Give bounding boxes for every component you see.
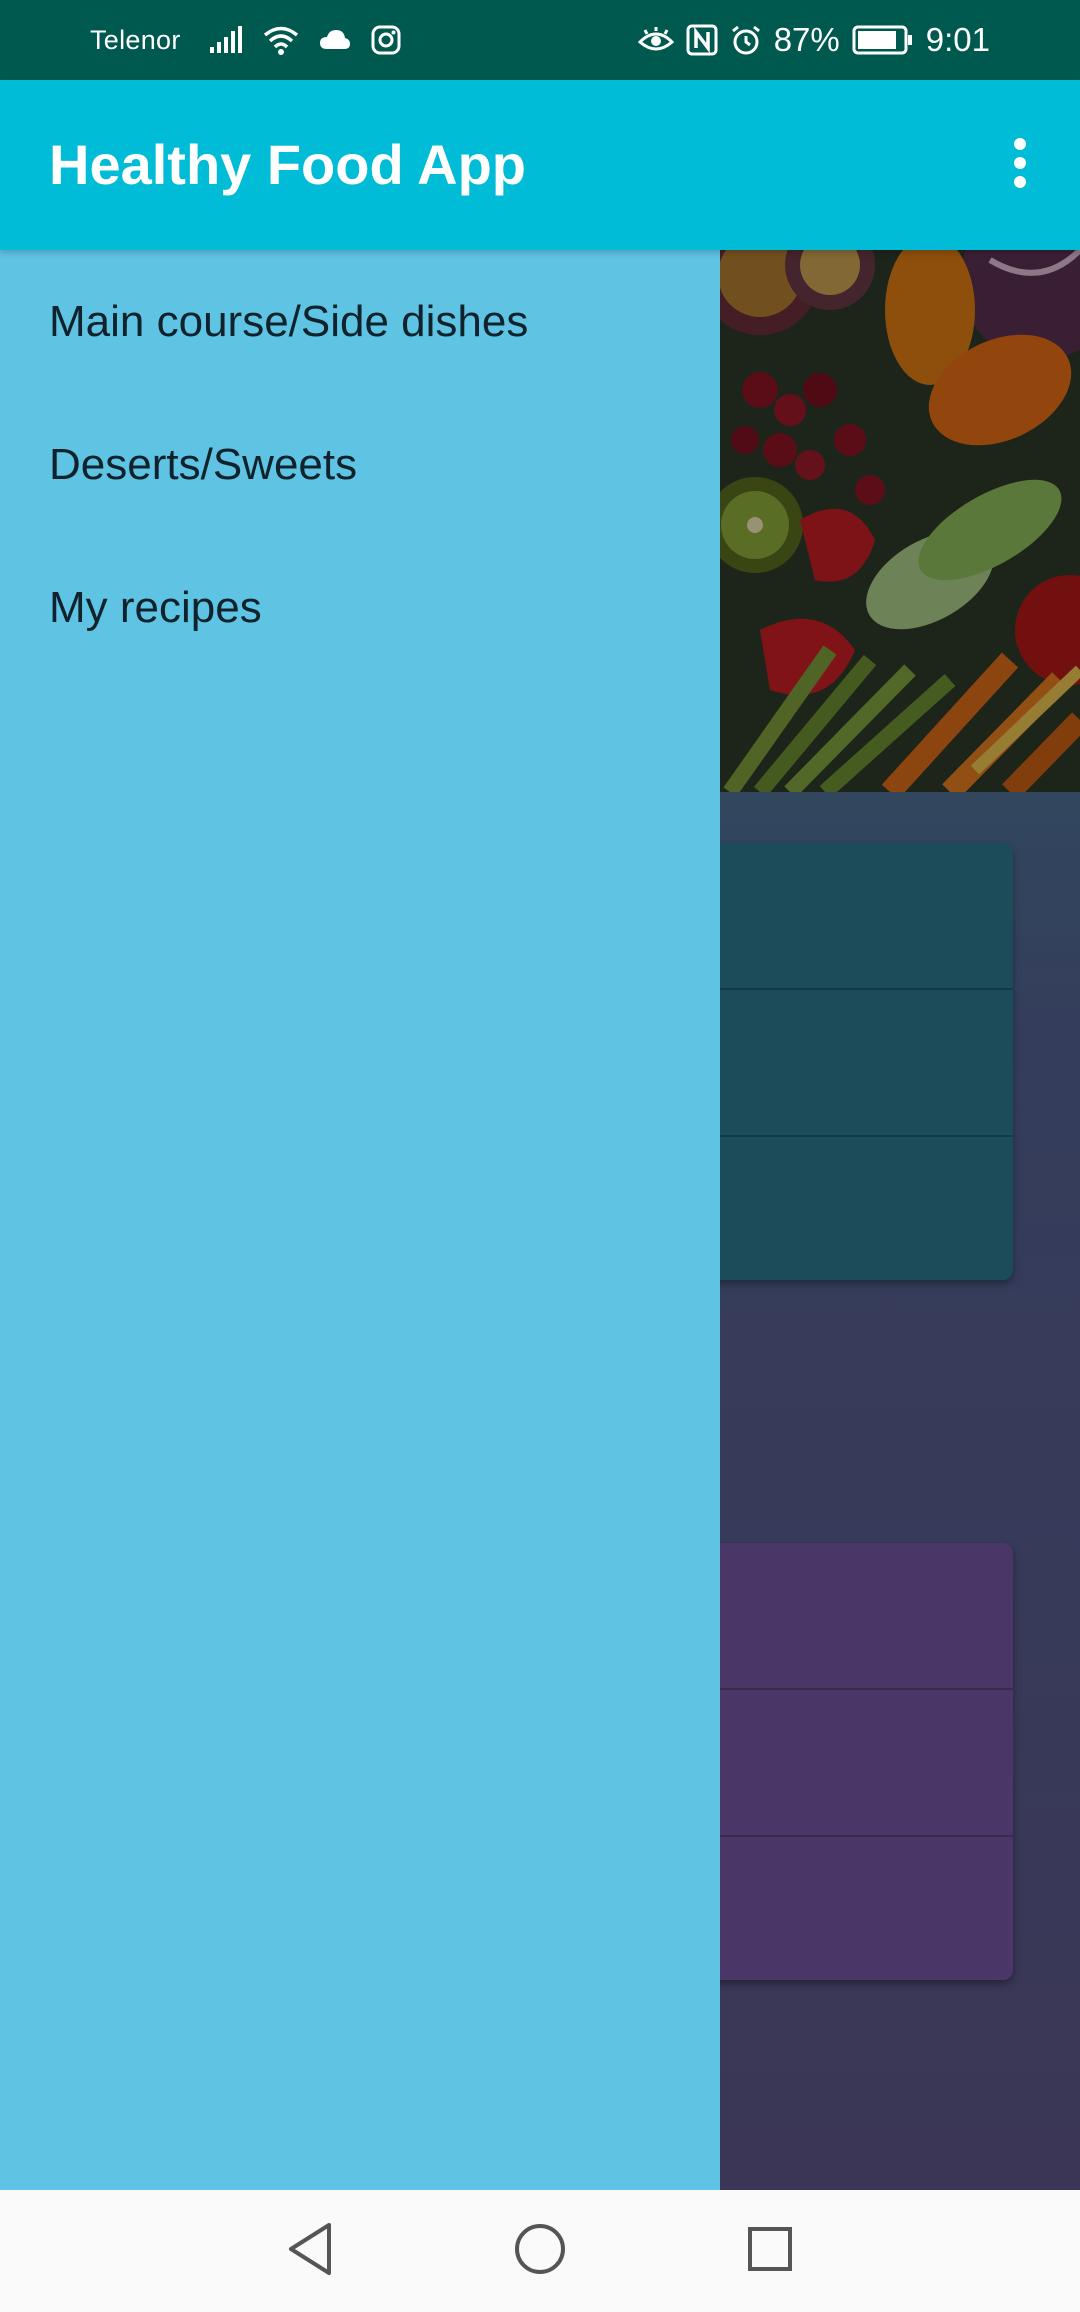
instagram-icon: [371, 25, 401, 55]
battery-percent: 87%: [773, 21, 840, 58]
overflow-menu-button[interactable]: [980, 125, 1060, 205]
back-icon: [285, 2221, 335, 2282]
recents-icon: [746, 2225, 794, 2278]
home-button[interactable]: [500, 2211, 580, 2291]
status-right: 87% 9:01: [637, 0, 990, 80]
cloud-icon: [319, 29, 351, 51]
recents-button[interactable]: [730, 2211, 810, 2291]
battery-icon: [852, 25, 914, 55]
app-screen: Telenor 87% 9:01 Healthy Food App Main c…: [0, 0, 1080, 2312]
wifi-icon: [263, 25, 299, 55]
system-nav-bar: [0, 2190, 1080, 2312]
nfc-icon: [686, 24, 718, 56]
app-title: Healthy Food App: [49, 133, 527, 196]
battery-level: [857, 31, 896, 49]
status-bar: Telenor 87% 9:01: [0, 0, 1080, 80]
carrier-name: Telenor: [90, 24, 181, 55]
more-vert-icon: [1012, 137, 1028, 194]
drawer-item-my-recipes[interactable]: My recipes: [0, 536, 720, 679]
clock: 9:01: [925, 21, 990, 58]
navigation-drawer: Main course/Side dishes Deserts/Sweets M…: [0, 250, 720, 2190]
drawer-item-main-course[interactable]: Main course/Side dishes: [0, 250, 720, 393]
eye-comfort-icon: [637, 26, 674, 54]
drawer-item-deserts[interactable]: Deserts/Sweets: [0, 393, 720, 536]
home-icon: [513, 2222, 567, 2281]
alarm-icon: [730, 24, 762, 56]
app-bar: Healthy Food App: [0, 80, 1080, 250]
status-left: Telenor: [90, 0, 401, 80]
signal-icon: [209, 25, 243, 55]
back-button[interactable]: [270, 2211, 350, 2291]
